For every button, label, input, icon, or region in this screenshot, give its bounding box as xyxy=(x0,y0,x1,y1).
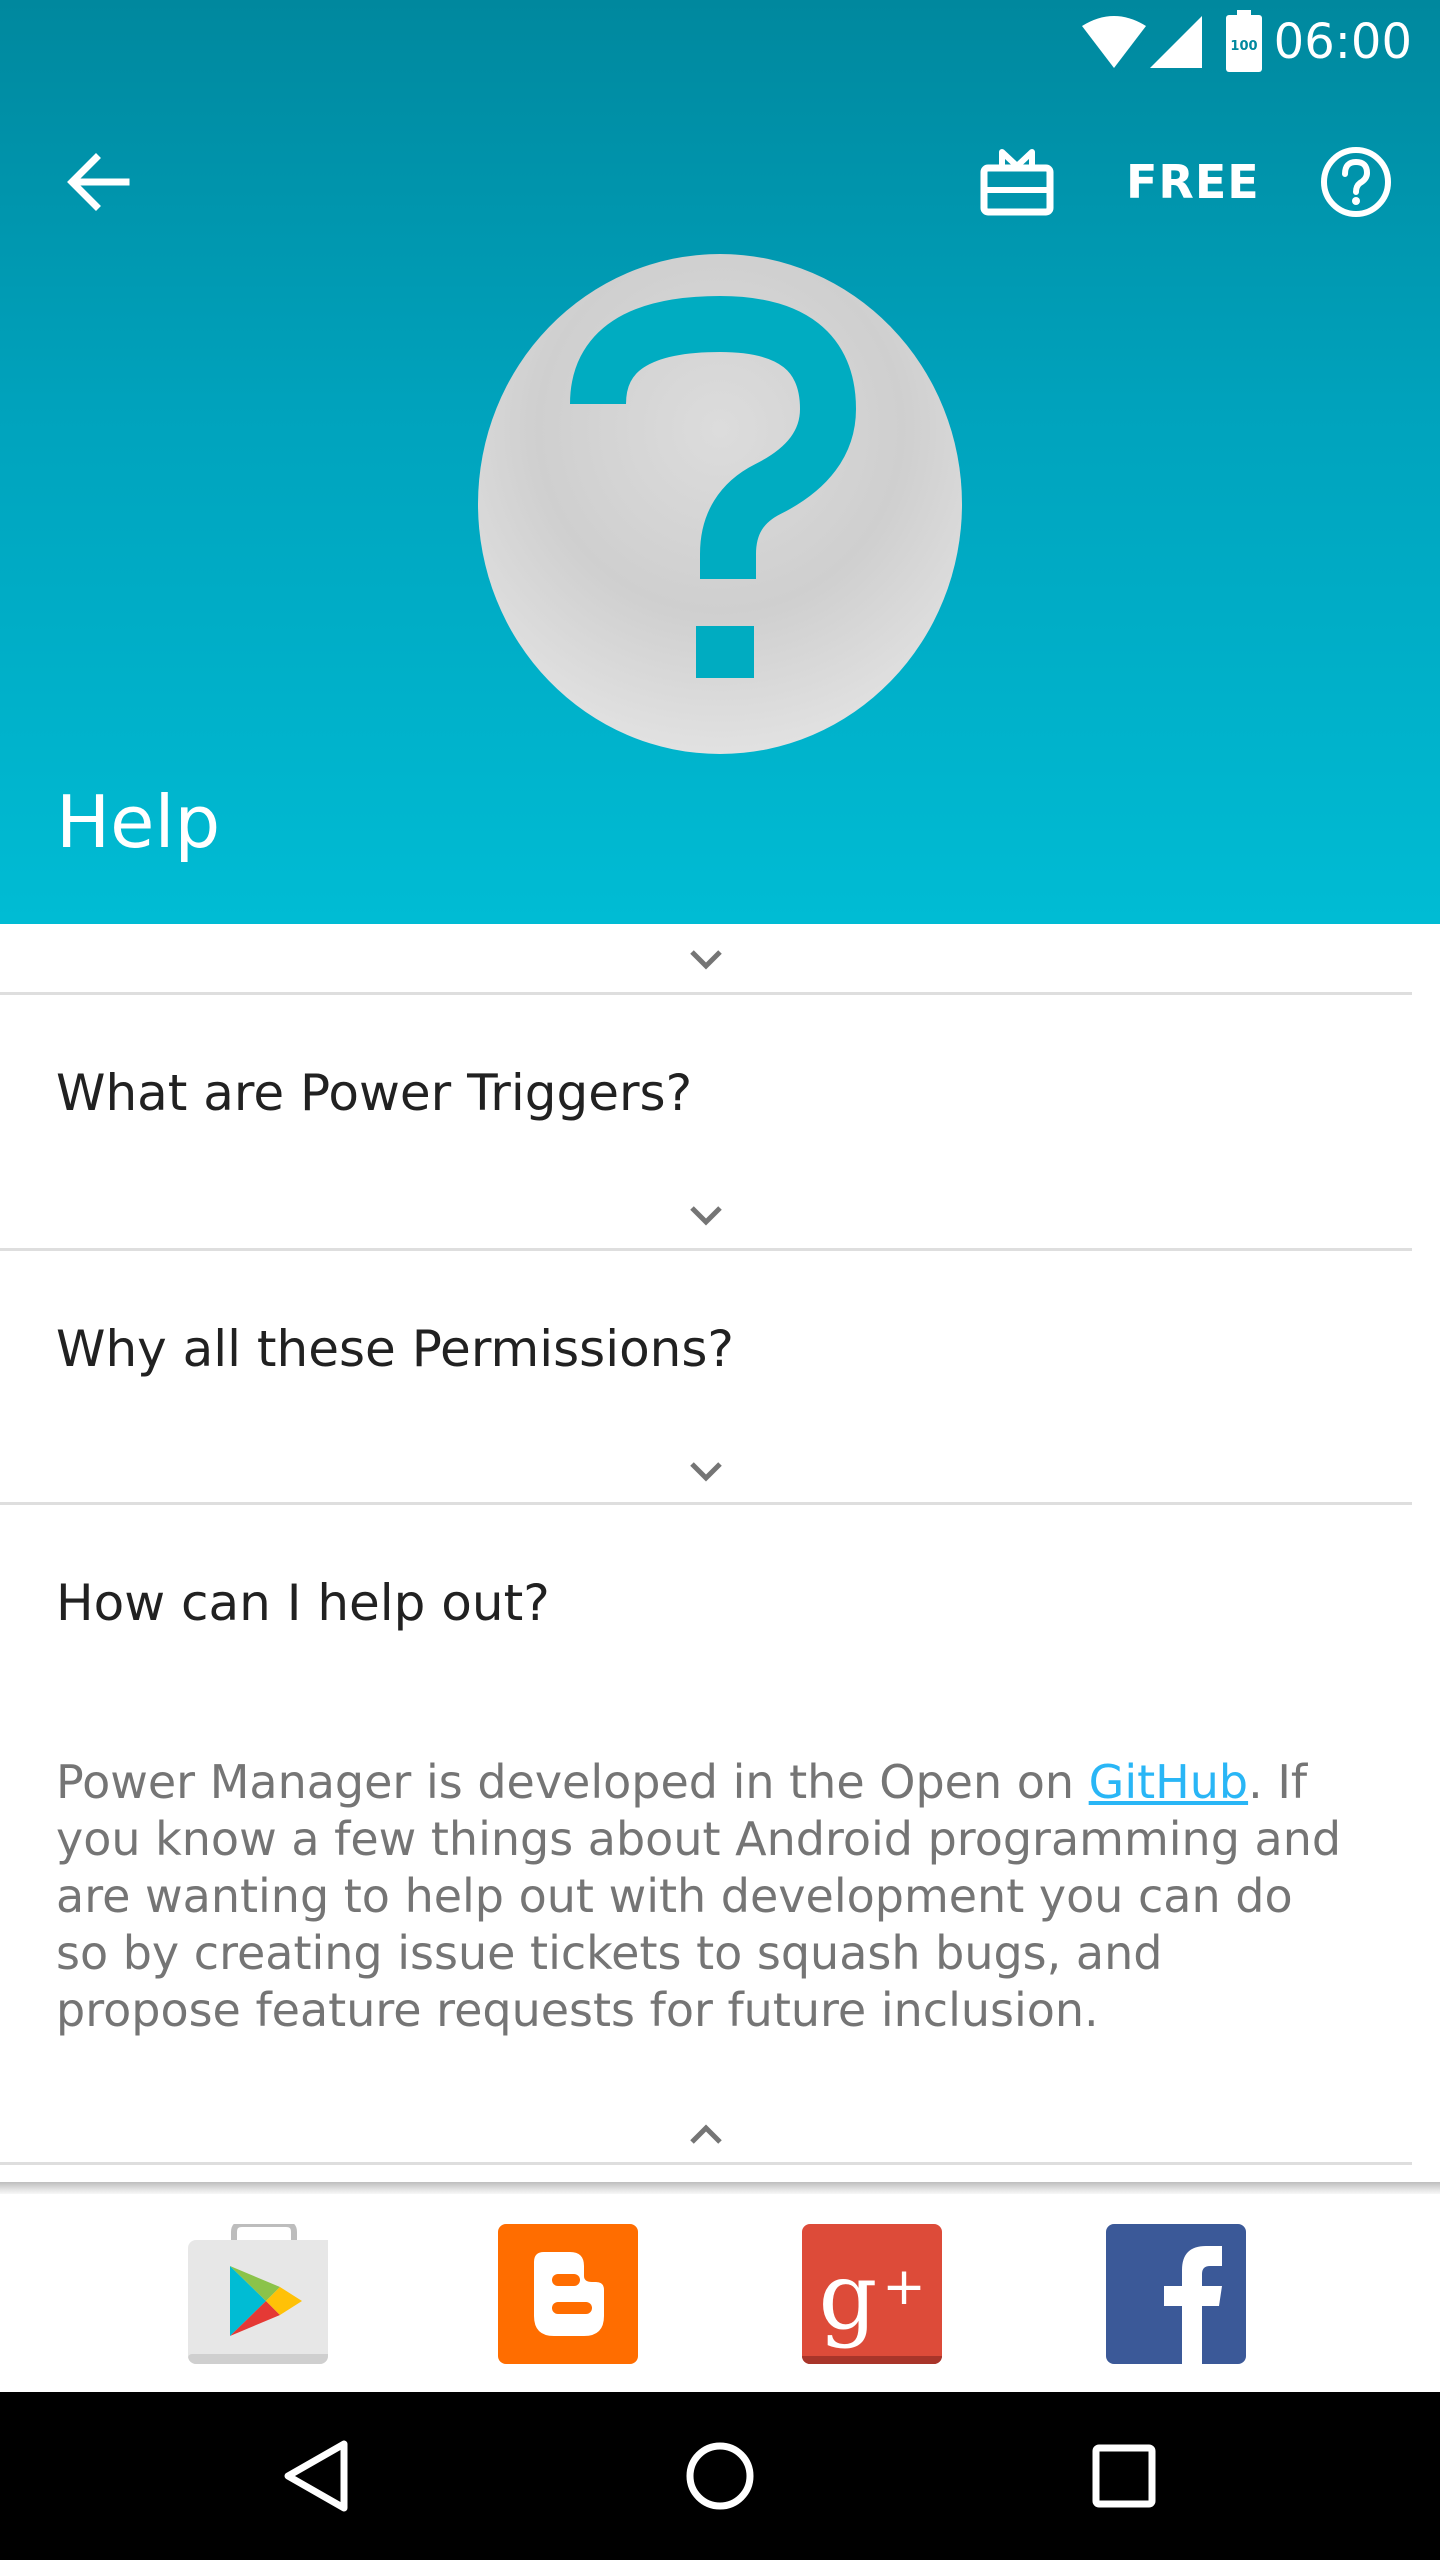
back-triangle-icon[interactable] xyxy=(266,2426,366,2526)
google-plus-button[interactable]: g + xyxy=(802,2224,942,2364)
hero-help-badge xyxy=(478,254,962,754)
free-button[interactable]: FREE xyxy=(1126,150,1260,214)
chevron-down-icon[interactable] xyxy=(686,1204,726,1228)
arrow-left-icon[interactable] xyxy=(66,152,130,212)
gift-card-icon[interactable] xyxy=(980,146,1054,216)
battery-icon: 100 xyxy=(1226,10,1262,72)
faq-answer-help-out: Power Manager is developed in the Open o… xyxy=(56,1754,1356,2039)
question-mark-icon xyxy=(570,296,856,678)
answer-text: Power Manager is developed in the Open o… xyxy=(56,1755,1089,1809)
google-plus-icon: g + xyxy=(802,2243,942,2364)
app-header: 100 06:00 FREE Help xyxy=(0,0,1440,924)
divider xyxy=(0,992,1412,995)
wifi-icon xyxy=(1082,16,1146,68)
system-nav-bar xyxy=(0,2392,1440,2560)
chevron-down-icon[interactable] xyxy=(686,948,726,972)
signal-icon xyxy=(1150,16,1202,68)
blogger-icon xyxy=(534,2252,604,2336)
chevron-up-icon[interactable] xyxy=(686,2122,726,2146)
page-title: Help xyxy=(56,780,221,864)
divider xyxy=(0,1502,1412,1505)
help-circle-icon[interactable] xyxy=(1320,146,1392,218)
facebook-button[interactable] xyxy=(1106,2224,1246,2364)
divider xyxy=(0,1248,1412,1251)
faq-question-help-out[interactable]: How can I help out? xyxy=(56,1568,550,1638)
google-play-button[interactable] xyxy=(188,2224,328,2364)
home-circle-icon[interactable] xyxy=(670,2426,770,2526)
faq-question-power-triggers[interactable]: What are Power Triggers? xyxy=(56,1058,692,1128)
chevron-down-icon[interactable] xyxy=(686,1460,726,1484)
recents-square-icon[interactable] xyxy=(1074,2426,1174,2526)
status-time: 06:00 xyxy=(1273,14,1412,70)
svg-text:+: + xyxy=(882,2257,926,2317)
google-play-icon xyxy=(188,2224,328,2364)
social-bar: g + xyxy=(0,2194,1440,2392)
facebook-icon xyxy=(1164,2246,1222,2364)
faq-question-permissions[interactable]: Why all these Permissions? xyxy=(56,1314,734,1384)
github-link[interactable]: GitHub xyxy=(1089,1755,1248,1809)
status-bar: 100 06:00 xyxy=(0,0,1440,84)
battery-level-text: 100 xyxy=(1230,39,1257,54)
svg-text:g: g xyxy=(819,2243,878,2350)
blogger-button[interactable] xyxy=(498,2224,638,2364)
divider xyxy=(0,2162,1412,2165)
